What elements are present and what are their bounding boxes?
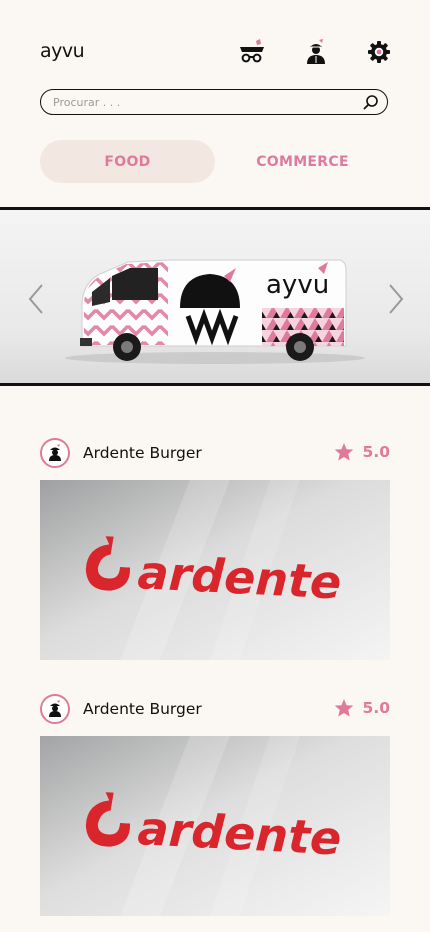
ardente-logo-text: ardente <box>136 545 342 610</box>
rating-value: 5.0 <box>362 699 390 717</box>
profile-icon[interactable] <box>302 38 330 66</box>
avatar[interactable] <box>40 438 70 468</box>
delivery-van-image: ayvu <box>65 259 365 364</box>
rating: 5.0 <box>334 442 390 462</box>
star-icon <box>334 443 353 461</box>
category-tabs: FOOD COMMERCE <box>40 140 390 183</box>
search-icon[interactable] <box>363 94 379 110</box>
chevron-left-icon[interactable] <box>24 282 48 316</box>
rating-value: 5.0 <box>362 443 390 461</box>
app-header: ayvu <box>0 0 430 86</box>
restaurant-image[interactable]: ardente <box>40 480 390 660</box>
chef-avatar-icon <box>49 444 61 461</box>
restaurant-name[interactable]: Ardente Burger <box>83 444 202 462</box>
chevron-right-icon[interactable] <box>384 282 408 316</box>
tab-food[interactable]: FOOD <box>40 140 215 183</box>
card-header: Ardente Burger 5.0 <box>40 692 390 728</box>
hero-carousel: ayvu <box>0 207 430 386</box>
star-icon <box>334 699 353 717</box>
settings-gear-icon[interactable] <box>365 38 393 66</box>
cart-icon[interactable] <box>238 38 266 66</box>
search-input[interactable] <box>51 94 355 110</box>
app-logo[interactable]: ayvu <box>40 40 85 62</box>
card-header: Ardente Burger 5.0 <box>40 436 390 472</box>
restaurant-card[interactable]: Ardente Burger 5.0 ardente <box>40 692 390 916</box>
chef-avatar-icon <box>49 700 61 717</box>
ardente-logo-text: ardente <box>136 801 342 866</box>
van-logo-text: ayvu <box>266 270 329 300</box>
tab-commerce[interactable]: COMMERCE <box>215 140 390 183</box>
restaurant-card[interactable]: Ardente Burger 5.0 ardente <box>40 436 390 660</box>
avatar[interactable] <box>40 694 70 724</box>
search-bar <box>40 89 388 115</box>
restaurant-name[interactable]: Ardente Burger <box>83 700 202 718</box>
rating: 5.0 <box>334 698 390 718</box>
restaurant-image[interactable]: ardente <box>40 736 390 916</box>
